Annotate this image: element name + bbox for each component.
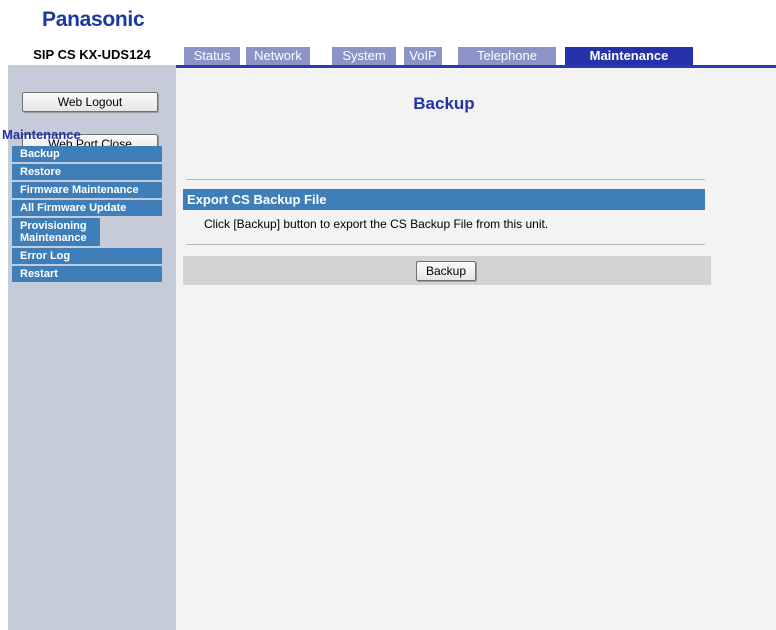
sidebar-item-error-log[interactable]: Error Log (12, 248, 162, 264)
sidebar-item-restart[interactable]: Restart (12, 266, 162, 282)
tab-network[interactable]: Network (246, 47, 310, 65)
section-header: Export CS Backup File (183, 189, 705, 210)
tab-maintenance[interactable]: Maintenance (565, 47, 693, 65)
sidebar-item-all-firmware-update[interactable]: All Firmware Update (12, 200, 162, 216)
sidebar-item-backup[interactable]: Backup (12, 146, 162, 162)
model-name: SIP CS KX-UDS124 (33, 47, 151, 62)
action-bar: Backup (183, 256, 711, 285)
content-area (176, 68, 776, 630)
web-logout-button[interactable]: Web Logout (22, 92, 158, 112)
divider (186, 179, 705, 180)
section-description: Click [Backup] button to export the CS B… (204, 217, 549, 231)
backup-button[interactable]: Backup (416, 261, 476, 281)
tab-voip[interactable]: VoIP (404, 47, 442, 65)
tab-status[interactable]: Status (184, 47, 240, 65)
sidebar-item-restore[interactable]: Restore (12, 164, 162, 180)
page-title: Backup (413, 94, 475, 113)
tab-system[interactable]: System (332, 47, 396, 65)
panasonic-logo: Panasonic (42, 8, 145, 31)
sidebar-item-provisioning-maintenance[interactable]: Provisioning Maintenance (12, 218, 100, 246)
sidebar-section-title: Maintenance (2, 127, 81, 142)
sidebar-menu: Backup Restore Firmware Maintenance All … (12, 146, 162, 284)
divider (186, 244, 705, 245)
sidebar-item-firmware-maintenance[interactable]: Firmware Maintenance (12, 182, 162, 198)
tab-telephone[interactable]: Telephone (458, 47, 556, 65)
